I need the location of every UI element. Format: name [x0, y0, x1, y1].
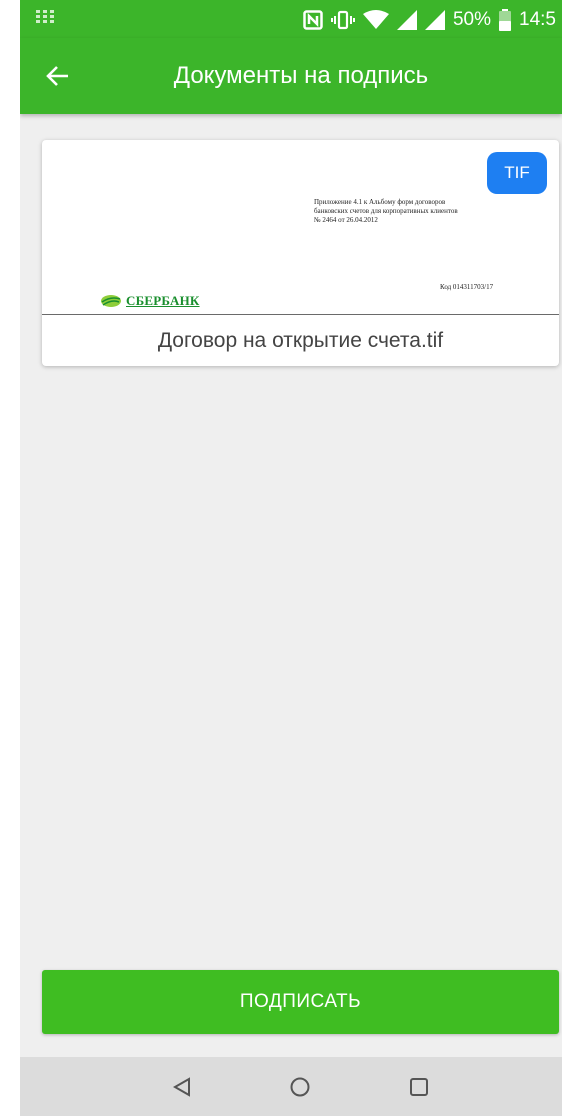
wifi-icon: [362, 10, 389, 29]
status-icons: 50% 14:5: [303, 8, 556, 32]
nav-recents-button[interactable]: [403, 1071, 435, 1103]
preview-note-line: банковских счетов для корпоративных клие…: [314, 207, 458, 215]
file-type-badge: TIF: [487, 152, 547, 194]
signal-icon: [424, 10, 445, 30]
recents-square-icon: [410, 1078, 428, 1096]
back-triangle-icon: [172, 1077, 190, 1097]
sberbank-leaf-icon: [101, 295, 121, 307]
system-nav-bar: [20, 1057, 562, 1116]
preview-divider: [42, 314, 559, 315]
preview-note-line: № 2464 от 26.04.2012: [314, 216, 378, 224]
document-preview: Приложение 4.1 к Альбому форм договоров …: [42, 140, 559, 315]
nfc-icon: [303, 10, 323, 30]
sberbank-logo: СБЕРБАНК: [100, 293, 200, 309]
document-name: Договор на открытие счета.tif: [157, 329, 444, 352]
clock: 14:5: [519, 9, 556, 30]
document-card[interactable]: Приложение 4.1 к Альбому форм договоров …: [42, 140, 559, 366]
battery-icon: [499, 9, 512, 31]
back-button[interactable]: [34, 52, 82, 100]
signal-icon: [396, 10, 417, 30]
apps-grid-icon: [36, 10, 54, 23]
page-title: Документы на подпись: [173, 62, 429, 89]
preview-note: Приложение 4.1 к Альбому форм договоров …: [314, 198, 534, 225]
arrow-left-icon: [46, 66, 68, 86]
home-circle-icon: [290, 1077, 310, 1097]
sign-button[interactable]: ПОДПИСАТЬ: [42, 970, 559, 1034]
vibrate-icon: [330, 10, 355, 30]
preview-code: Код 014311703/17: [440, 283, 494, 291]
nav-back-button[interactable]: [166, 1071, 198, 1103]
battery-percent: 50%: [452, 9, 492, 30]
status-bar: 50% 14:5: [20, 0, 562, 38]
preview-note-line: Приложение 4.1 к Альбому форм договоров: [314, 198, 446, 206]
nav-home-button[interactable]: [284, 1071, 316, 1103]
phone-screen: 50% 14:5 Документы на подпись Приложение…: [20, 0, 562, 1116]
app-toolbar: Документы на подпись: [20, 38, 562, 114]
sberbank-logo-text: СБЕРБАНК: [126, 293, 200, 308]
